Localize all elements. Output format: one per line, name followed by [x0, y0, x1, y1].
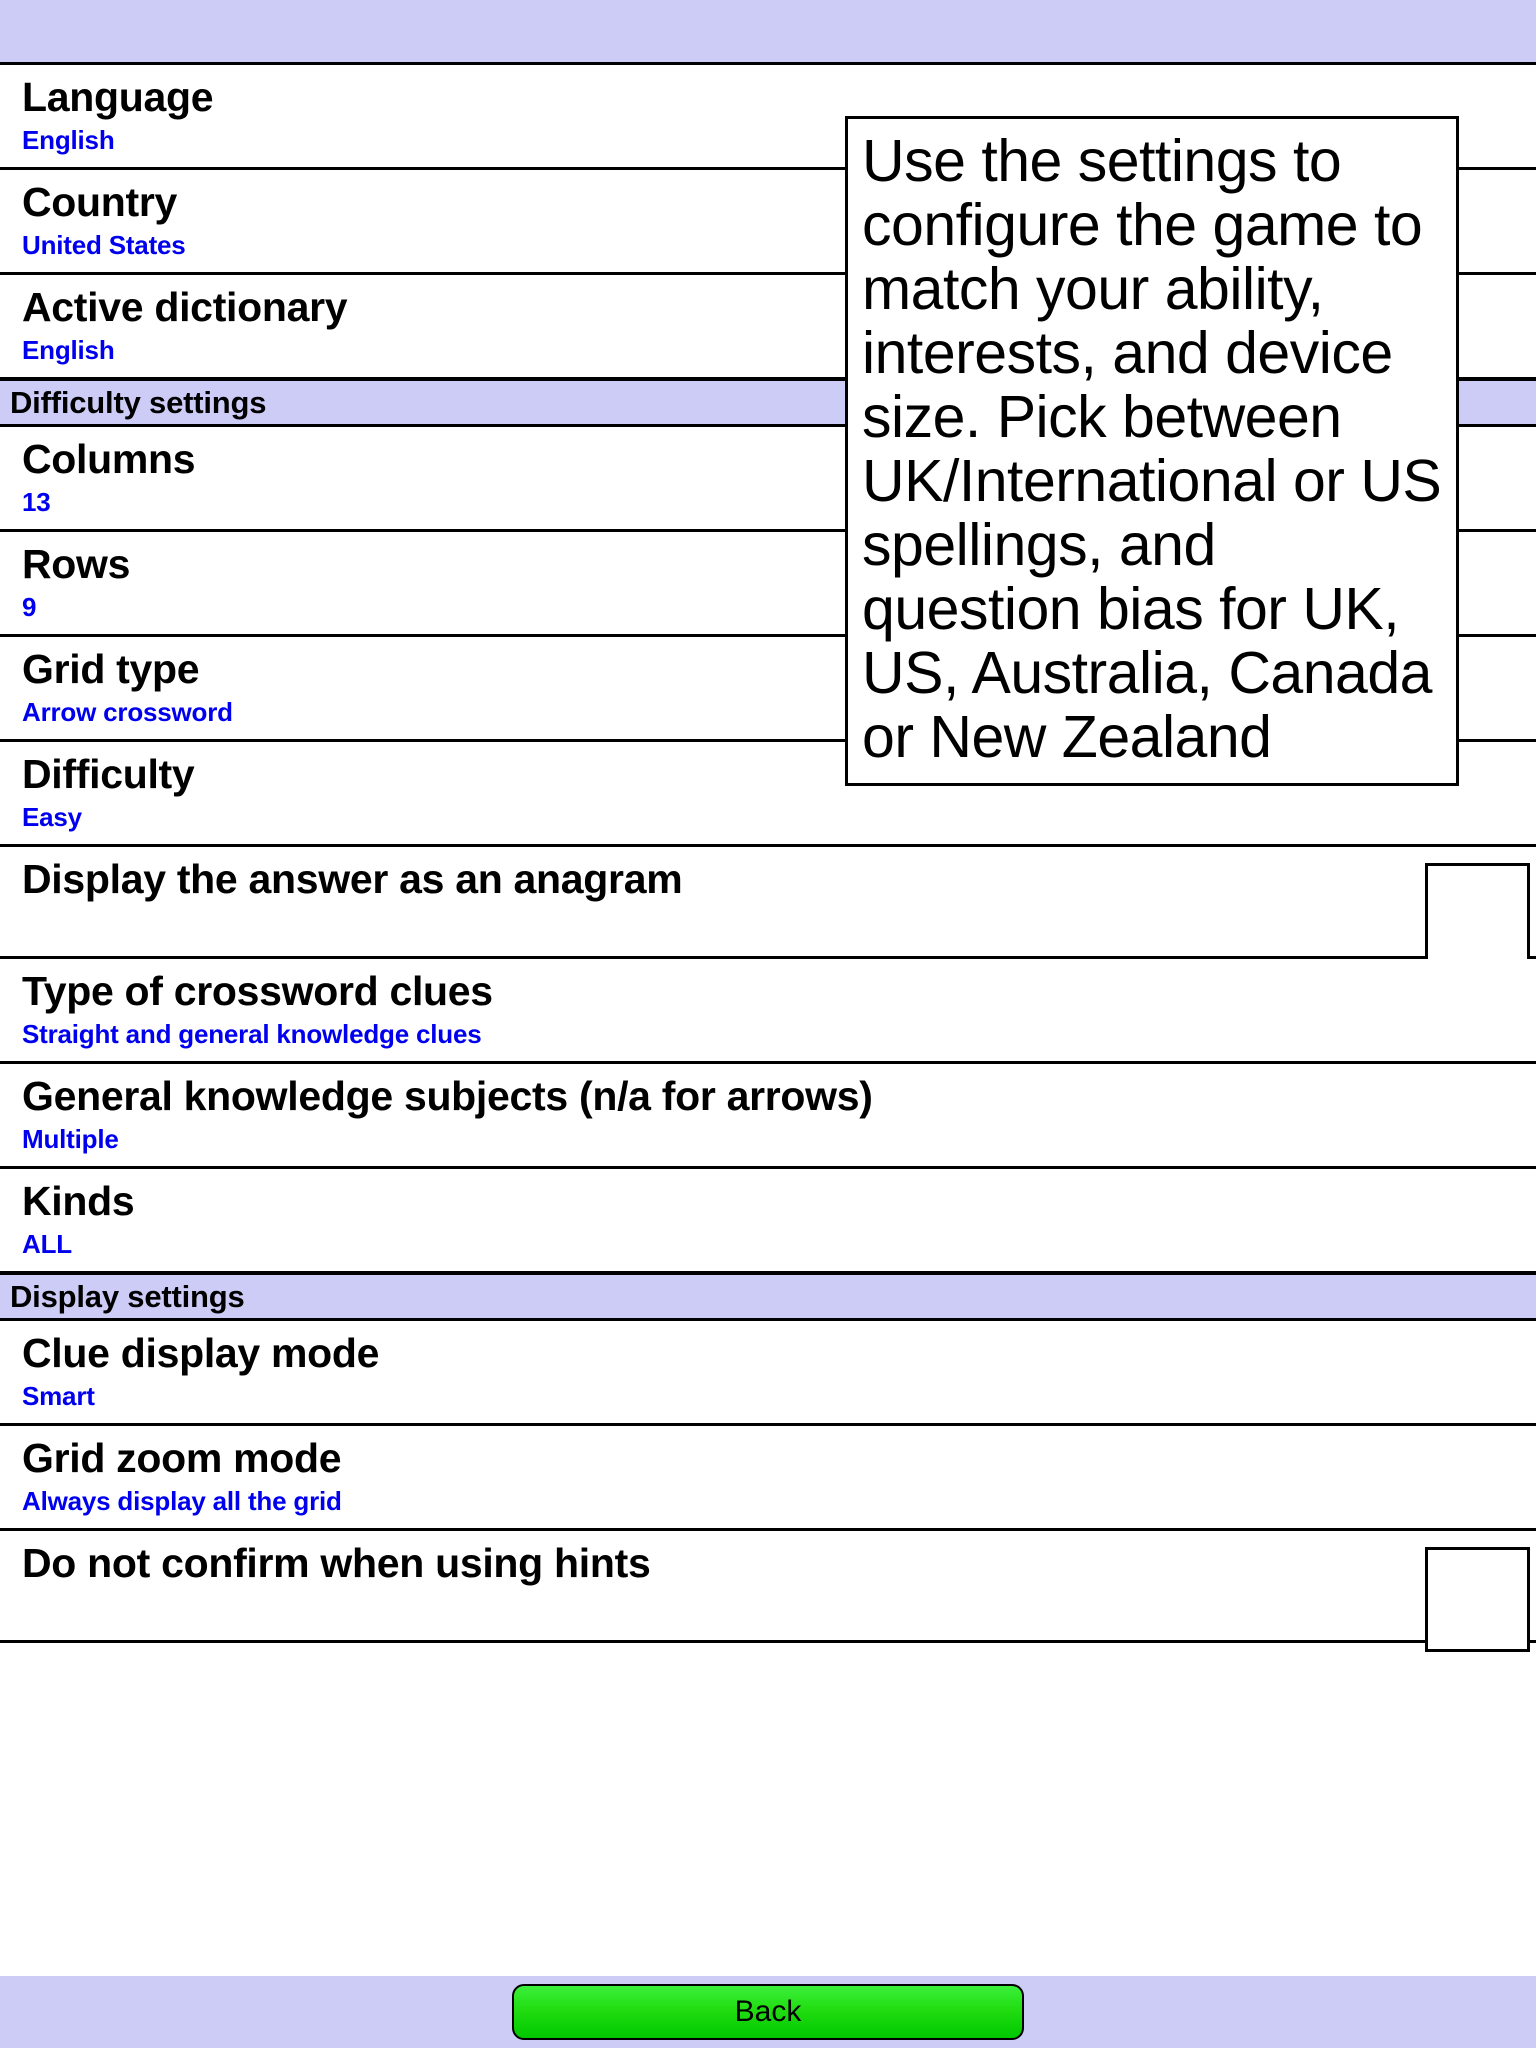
tooltip-text: Use the settings to configure the game t… — [862, 129, 1442, 769]
bottom-bar: Back — [0, 1976, 1536, 2048]
settings-row[interactable]: Grid zoom modeAlways display all the gri… — [0, 1426, 1536, 1531]
settings-row-value: Smart — [0, 1379, 1536, 1413]
settings-row-value: ALL — [0, 1227, 1536, 1261]
settings-row-value: Easy — [0, 800, 1536, 834]
settings-row-label: Do not confirm when using hints — [0, 1537, 1536, 1589]
settings-row-value: Straight and general knowledge clues — [0, 1017, 1536, 1051]
settings-row-label: Display the answer as an anagram — [0, 853, 1536, 905]
settings-row[interactable]: Display the answer as an anagram — [0, 847, 1536, 959]
settings-section-label: Difficulty settings — [0, 386, 266, 420]
settings-row[interactable]: Do not confirm when using hints — [0, 1531, 1536, 1643]
settings-row-label: General knowledge subjects (n/a for arro… — [0, 1070, 1536, 1122]
settings-row-checkbox[interactable] — [1425, 1547, 1530, 1652]
settings-row[interactable]: Type of crossword cluesStraight and gene… — [0, 959, 1536, 1064]
settings-row-label: Clue display mode — [0, 1327, 1536, 1379]
back-button[interactable]: Back — [512, 1984, 1024, 2040]
settings-row-label: Grid zoom mode — [0, 1432, 1536, 1484]
top-bar — [0, 0, 1536, 65]
settings-help-tooltip: Use the settings to configure the game t… — [845, 116, 1459, 786]
back-button-label: Back — [735, 1997, 802, 2027]
settings-screen: LanguageEnglishCountryUnited StatesActiv… — [0, 0, 1536, 2048]
settings-row-checkbox[interactable] — [1425, 863, 1530, 968]
settings-row-value: Always display all the grid — [0, 1484, 1536, 1518]
settings-row[interactable]: General knowledge subjects (n/a for arro… — [0, 1064, 1536, 1169]
settings-row-value: Multiple — [0, 1122, 1536, 1156]
settings-row[interactable]: KindsALL — [0, 1169, 1536, 1274]
settings-row-label: Kinds — [0, 1175, 1536, 1227]
settings-row[interactable]: Clue display modeSmart — [0, 1321, 1536, 1426]
settings-section-label: Display settings — [0, 1280, 245, 1314]
settings-section-header: Display settings — [0, 1274, 1536, 1321]
settings-row-label: Type of crossword clues — [0, 965, 1536, 1017]
